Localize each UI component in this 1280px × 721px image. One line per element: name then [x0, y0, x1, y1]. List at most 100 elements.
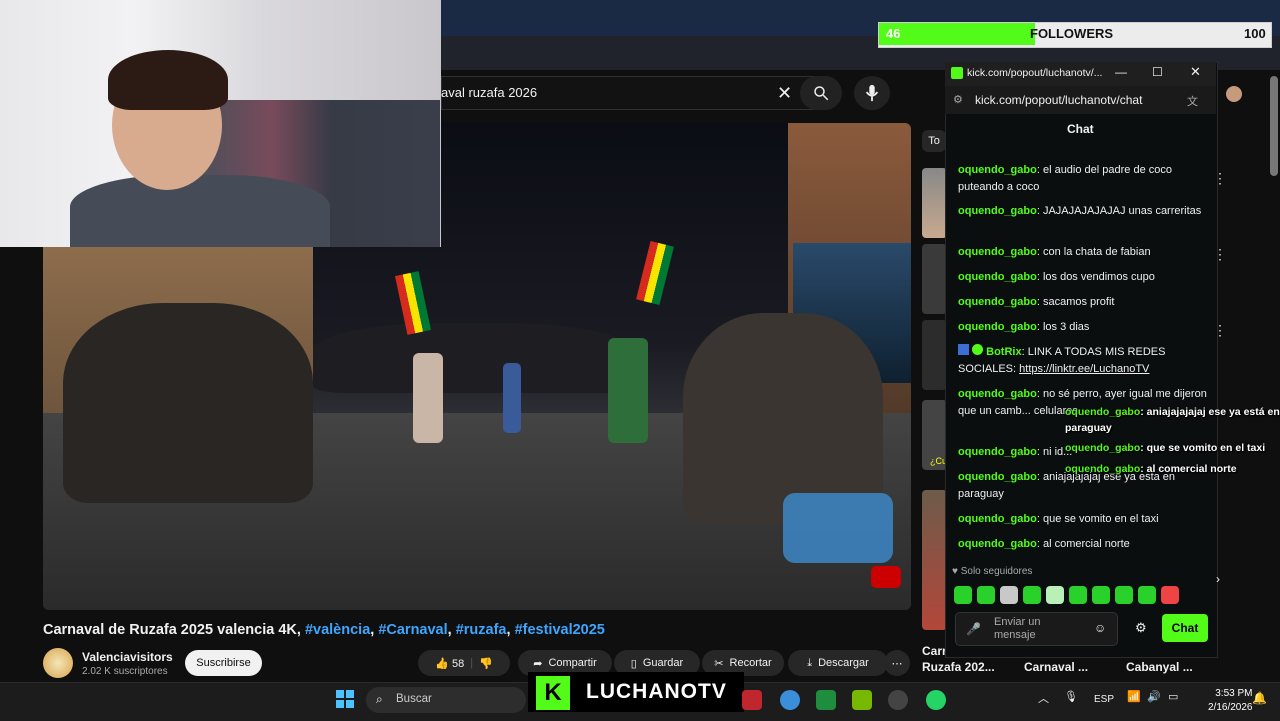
streamer-shirt [70, 175, 330, 247]
dislike-button[interactable]: 👎 [479, 657, 493, 670]
settings-gear-icon[interactable]: ⚙ [1135, 620, 1147, 636]
clear-search-icon[interactable]: ✕ [777, 83, 792, 104]
emote-icon[interactable] [1023, 586, 1041, 604]
streamer-hair [108, 50, 228, 110]
obs-icon[interactable] [888, 690, 908, 710]
hashtag-link[interactable]: #ruzafa [456, 622, 507, 638]
recommended-thumbnail[interactable] [922, 320, 947, 390]
wifi-icon[interactable]: 📶 [1127, 690, 1141, 703]
overlay-text: : al comercial norte [1140, 463, 1237, 475]
bookmark-icon: ▯ [630, 657, 637, 670]
filter-chip[interactable]: To [922, 130, 946, 152]
chat-address-bar[interactable]: ⚙ kick.com/popout/luchanotv/chat 文 [945, 86, 1216, 114]
chat-link[interactable]: https://linktr.ee/LuchanoTV [1019, 363, 1149, 375]
followers-goal: 100 [1244, 26, 1266, 41]
excel-icon[interactable] [816, 690, 836, 710]
close-icon[interactable]: ✕ [1190, 64, 1201, 80]
subscribe-button[interactable]: Suscribirse [185, 650, 262, 676]
voice-search-button[interactable] [854, 76, 890, 110]
hashtag-link[interactable]: #Carnaval [378, 622, 447, 638]
emote-icon[interactable] [1138, 586, 1156, 604]
taskbar-search[interactable]: ⌕ Buscar [366, 687, 526, 713]
input-language[interactable]: ESP [1094, 694, 1114, 705]
search-button[interactable] [800, 76, 842, 110]
recommended-title[interactable]: Ruzafa 202... [922, 660, 995, 674]
chevron-right-icon[interactable]: › [1216, 572, 1220, 586]
edge-icon[interactable] [780, 690, 800, 710]
chat-username[interactable]: oquendo_gabo [958, 271, 1037, 283]
chat-username[interactable]: oquendo_gabo [958, 246, 1037, 258]
more-actions-button[interactable]: ⋯ [884, 650, 910, 676]
followers-count: 46 [886, 26, 901, 41]
bolivia-flag [636, 240, 674, 306]
chat-input[interactable]: 🎤 Enviar un mensaje ☺ [955, 612, 1118, 646]
clock-time: 3:53 PM [1215, 688, 1253, 699]
windows-start-icon[interactable] [336, 690, 354, 708]
chat-username[interactable]: oquendo_gabo [958, 388, 1037, 400]
battery-icon[interactable]: ▭ [1168, 690, 1178, 703]
channel-name[interactable]: Valenciavisitors [82, 650, 173, 664]
channel-avatar[interactable] [43, 648, 73, 678]
translate-icon[interactable]: 文 [1187, 93, 1198, 109]
send-chat-button[interactable]: Chat [1162, 614, 1208, 642]
chat-username[interactable]: oquendo_gabo [958, 296, 1037, 308]
video-title-text: Carnaval de Ruzafa 2025 valencia 4K, [43, 622, 305, 638]
chat-message: oquendo_gabo: el audio del padre de coco… [958, 164, 1172, 193]
chat-text: sacamos profit [1042, 296, 1115, 308]
streamer-brand-name: LUCHANOTV [586, 680, 727, 703]
emote-icon[interactable] [1115, 586, 1133, 604]
like-button[interactable]: 👍 58 [435, 657, 464, 670]
share-label: Compartir [548, 657, 597, 669]
maximize-icon[interactable]: ☐ [1152, 65, 1163, 79]
chat-username[interactable]: oquendo_gabo [958, 471, 1037, 483]
microphone-icon[interactable]: 🎙 [1064, 690, 1078, 703]
chat-username[interactable]: oquendo_gabo [958, 538, 1037, 550]
hashtag-link[interactable]: #valència [305, 622, 370, 638]
page-scrollbar[interactable] [1270, 76, 1278, 176]
emote-icon[interactable] [1000, 586, 1018, 604]
bot-badge-icon [958, 344, 969, 355]
emoji-icon[interactable]: ☺ [1094, 621, 1106, 635]
crowd-left [63, 303, 313, 503]
recommended-thumbnail[interactable] [922, 244, 947, 314]
chat-username[interactable]: BotRix [986, 346, 1021, 358]
microphone-icon[interactable]: 🎤 [966, 622, 981, 636]
user-avatar[interactable] [1226, 86, 1242, 102]
recommended-thumbnail[interactable] [922, 168, 947, 238]
chat-username[interactable]: oquendo_gabo [958, 321, 1037, 333]
chat-window-titlebar: kick.com/popout/luchanotv/... — ☐ ✕ [945, 62, 1216, 86]
emote-icon[interactable] [977, 586, 995, 604]
chat-username[interactable]: oquendo_gabo [958, 164, 1037, 176]
hashtag-link[interactable]: #festival2025 [515, 622, 605, 638]
whatsapp-icon[interactable] [926, 690, 946, 710]
like-count: 58 [451, 657, 465, 670]
crowd-right [683, 313, 883, 523]
recommended-thumbnail[interactable] [922, 490, 947, 630]
chevron-up-icon[interactable]: ︿ [1038, 690, 1049, 706]
chat-username[interactable]: oquendo_gabo [958, 205, 1037, 217]
notification-bell-icon[interactable]: 🔔 [1252, 691, 1267, 705]
emote-icon[interactable] [1161, 586, 1179, 604]
dancer [413, 353, 443, 443]
chat-message: oquendo_gabo: que se vomito en el taxi [958, 513, 1159, 525]
nvidia-icon[interactable] [852, 690, 872, 710]
download-label: Descargar [818, 657, 869, 669]
system-clock[interactable]: 3:53 PM 2/16/2026 [1208, 687, 1253, 715]
emote-icon[interactable] [1046, 586, 1064, 604]
emote-icon[interactable] [1069, 586, 1087, 604]
chat-username[interactable]: oquendo_gabo [958, 446, 1037, 458]
clock-date: 2/16/2026 [1208, 702, 1253, 713]
volume-icon[interactable]: 🔊 [1147, 690, 1161, 703]
crowd-middle [313, 323, 633, 393]
minimize-icon[interactable]: — [1115, 65, 1127, 79]
chat-message: oquendo_gabo: los dos vendimos cupo [958, 271, 1155, 283]
emote-icon[interactable] [954, 586, 972, 604]
download-button[interactable]: ⤓ Descargar [788, 650, 888, 676]
dancer [608, 338, 648, 443]
emote-icon[interactable] [1092, 586, 1110, 604]
recommended-title[interactable]: Carnaval ... [1024, 660, 1088, 674]
site-info-icon[interactable]: ⚙ [953, 93, 963, 106]
recommended-title[interactable]: Cabanyal ... [1126, 660, 1193, 674]
chat-username[interactable]: oquendo_gabo [958, 513, 1037, 525]
app-icon[interactable] [742, 690, 762, 710]
